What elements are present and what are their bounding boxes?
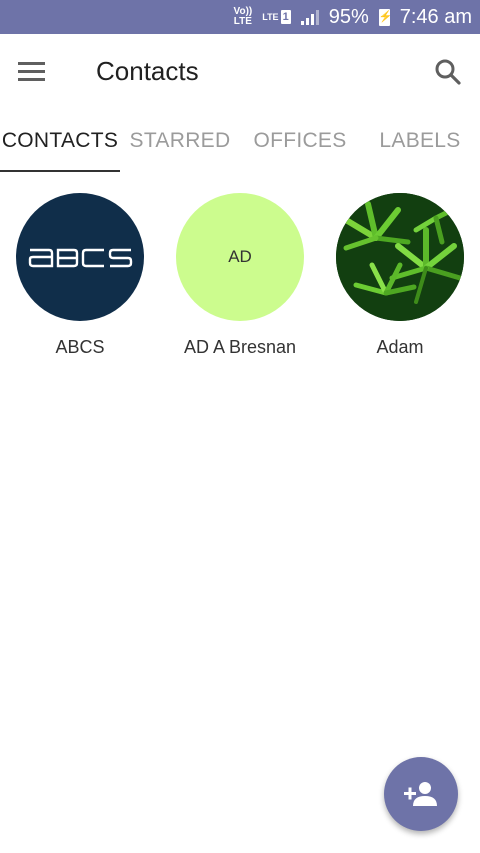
signal-icon [300, 9, 319, 25]
volte-sub-label: LTE [233, 16, 252, 27]
contact-item-ad-a-bresnan[interactable]: AD AD A Bresnan [175, 193, 305, 358]
clock: 7:46 am [399, 5, 472, 28]
page-title: Contacts [96, 56, 199, 86]
status-bar: Vo)) LTE LTE 1 95% 7:46 am [0, 0, 480, 34]
tab-contacts[interactable]: CONTACTS [0, 110, 120, 172]
add-contact-button[interactable] [384, 757, 458, 831]
search-icon[interactable] [434, 58, 462, 86]
app-bar: Contacts [0, 34, 480, 110]
tab-bar: CONTACTS STARRED OFFICES LABELS [0, 110, 480, 172]
abcs-logo [28, 248, 133, 268]
sim-slot-badge: 1 [280, 10, 291, 24]
contact-name: AD A Bresnan [183, 337, 297, 357]
contact-name: ABCS [55, 337, 105, 357]
battery-charging-icon [378, 8, 390, 26]
tab-offices[interactable]: OFFICES [240, 110, 360, 172]
battery-percent: 95% [328, 5, 369, 28]
menu-icon[interactable] [18, 62, 45, 81]
avatar-abcs [16, 193, 144, 321]
tab-starred[interactable]: STARRED [120, 110, 240, 172]
volte-indicator: Vo)) LTE [234, 7, 253, 27]
contact-item-abcs[interactable]: ABCS [15, 193, 145, 358]
contact-item-adam[interactable]: Adam [335, 193, 465, 358]
avatar-initials: AD [176, 193, 304, 321]
avatar-photo [336, 193, 464, 321]
tab-labels[interactable]: LABELS [360, 110, 480, 172]
add-person-icon [404, 782, 437, 806]
sim-indicator: LTE 1 [262, 10, 291, 24]
contact-name: Adam [376, 337, 424, 357]
leaf-photo-icon [336, 193, 464, 321]
lte-label: LTE [262, 12, 279, 22]
tab-indicator [0, 170, 120, 172]
